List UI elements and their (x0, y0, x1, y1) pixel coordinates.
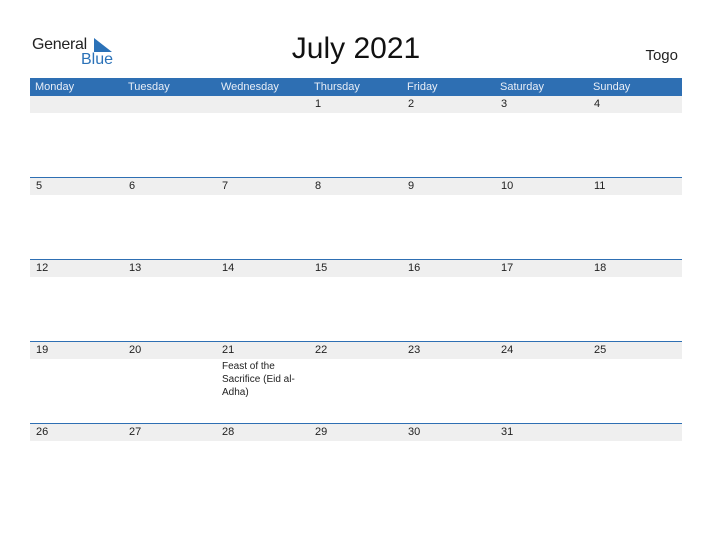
day-number: 9 (408, 180, 415, 192)
day-number: 11 (594, 180, 606, 192)
day-number: 31 (501, 426, 514, 438)
day-number: 21 (222, 344, 235, 356)
day-cell: 30 (402, 424, 495, 442)
day-number: 16 (408, 262, 421, 274)
day-number: 18 (594, 262, 607, 274)
day-number: 20 (129, 344, 142, 356)
day-number: 19 (36, 344, 49, 356)
day-cell (216, 96, 309, 114)
day-cell: 16 (402, 260, 495, 278)
day-cell (123, 96, 216, 114)
day-number: 28 (222, 426, 235, 438)
day-number: 27 (129, 426, 142, 438)
weekday-sunday: Sunday (593, 81, 631, 93)
day-number: 25 (594, 344, 607, 356)
day-cell: 21 Feast of the Sacrifice (Eid al-Adha) (216, 342, 309, 399)
day-cell: 14 (216, 260, 309, 278)
day-number: 10 (501, 180, 514, 192)
weekday-tuesday: Tuesday (128, 81, 170, 93)
day-cell: 26 (30, 424, 123, 442)
page-title: July 2021 (291, 32, 421, 65)
holiday-event: Feast of the Sacrifice (Eid al-Adha) (222, 361, 295, 398)
week-cells: 5 6 7 8 9 10 11 (30, 178, 682, 196)
day-cell (588, 424, 682, 442)
week-cells: 1 2 3 4 (30, 96, 682, 114)
week-row: 12 13 14 15 16 17 18 (30, 259, 682, 341)
week-row: 1 2 3 4 (30, 96, 682, 177)
day-cell: 12 (30, 260, 123, 278)
day-number: 15 (315, 262, 328, 274)
weekday-saturday: Saturday (500, 81, 545, 93)
calendar-grid: Monday Tuesday Wednesday Thursday Friday… (30, 78, 682, 505)
day-number: 4 (594, 98, 601, 110)
day-number: 2 (408, 98, 415, 110)
week-row: 26 27 28 29 30 31 (30, 423, 682, 505)
day-cell: 29 (309, 424, 402, 442)
day-number: 26 (36, 426, 49, 438)
country-label: Togo (645, 47, 678, 64)
day-number: 22 (315, 344, 328, 356)
day-number: 1 (315, 98, 322, 110)
day-cell: 9 (402, 178, 495, 196)
day-cell: 8 (309, 178, 402, 196)
weekday-monday: Monday (35, 81, 75, 93)
weekday-friday: Friday (407, 81, 438, 93)
weekday-thursday: Thursday (314, 81, 360, 93)
weekday-header: Monday Tuesday Wednesday Thursday Friday… (30, 78, 682, 96)
day-cell: 3 (495, 96, 588, 114)
day-cell: 25 (588, 342, 682, 399)
day-number: 13 (129, 262, 142, 274)
day-cell: 4 (588, 96, 682, 114)
day-number: 29 (315, 426, 328, 438)
day-cell (30, 96, 123, 114)
day-cell: 10 (495, 178, 588, 196)
week-cells: 12 13 14 15 16 17 18 (30, 260, 682, 278)
day-number (594, 424, 682, 441)
day-number (36, 96, 123, 113)
day-number: 6 (129, 180, 136, 192)
day-cell: 22 (309, 342, 402, 399)
day-cell: 1 (309, 96, 402, 114)
weekday-wednesday: Wednesday (221, 81, 279, 93)
day-cell: 20 (123, 342, 216, 399)
day-number (222, 96, 309, 113)
day-cell: 7 (216, 178, 309, 196)
day-cell: 15 (309, 260, 402, 278)
day-cell: 13 (123, 260, 216, 278)
day-number (129, 96, 216, 113)
day-number: 24 (501, 344, 514, 356)
day-number: 7 (222, 180, 229, 192)
day-cell: 23 (402, 342, 495, 399)
day-number: 30 (408, 426, 421, 438)
day-number: 17 (501, 262, 514, 274)
day-cell: 11 (588, 178, 682, 196)
day-number: 3 (501, 98, 508, 110)
day-cell: 2 (402, 96, 495, 114)
day-number: 5 (36, 180, 43, 192)
day-cell: 5 (30, 178, 123, 196)
day-cell: 24 (495, 342, 588, 399)
day-cell: 19 (30, 342, 123, 399)
week-row: 5 6 7 8 9 10 11 (30, 177, 682, 259)
day-number: 23 (408, 344, 421, 356)
day-cell: 17 (495, 260, 588, 278)
day-cell: 27 (123, 424, 216, 442)
day-number: 14 (222, 262, 235, 274)
day-cell: 31 (495, 424, 588, 442)
week-cells: 26 27 28 29 30 31 (30, 424, 682, 442)
day-cell: 18 (588, 260, 682, 278)
day-cell: 6 (123, 178, 216, 196)
week-row: 19 20 21 Feast of the Sacrifice (Eid al-Adh… (30, 341, 682, 423)
day-number: 8 (315, 180, 322, 192)
day-number: 12 (36, 262, 49, 274)
day-cell: 28 (216, 424, 309, 442)
week-cells: 19 20 21 Feast of the Sacrifice (Eid al-Adh… (30, 342, 682, 399)
weeks-container: 1 2 3 4 5 6 7 8 9 10 11 12 13 14 15 16 17 18 19 20 21 Feast o… (30, 96, 682, 505)
